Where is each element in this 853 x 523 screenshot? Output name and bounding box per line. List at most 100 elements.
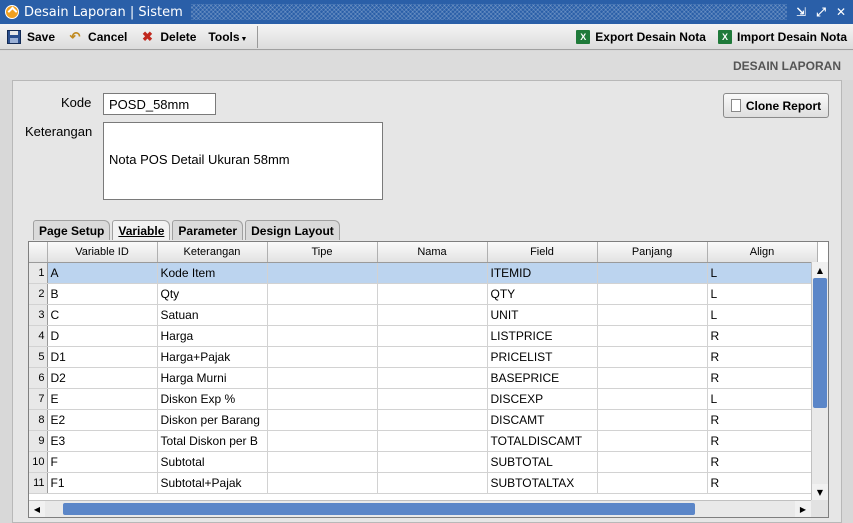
cell-align[interactable]: L <box>707 283 818 305</box>
column-header[interactable]: Keterangan <box>157 242 268 263</box>
horizontal-scroll-thumb[interactable] <box>63 503 695 515</box>
delete-button[interactable]: ✖ Delete <box>133 26 202 48</box>
cell-panjang[interactable] <box>597 325 708 347</box>
cell-align[interactable]: R <box>707 472 818 494</box>
column-header[interactable]: Nama <box>377 242 488 263</box>
cell-keterangan[interactable]: Kode Item <box>157 262 268 284</box>
cell-tipe[interactable] <box>267 283 378 305</box>
cell-variable-id[interactable]: C <box>47 304 158 326</box>
cell-panjang[interactable] <box>597 430 708 452</box>
cancel-button[interactable]: ↶ Cancel <box>61 26 133 48</box>
cell-nama[interactable] <box>377 430 488 452</box>
cell-field[interactable]: QTY <box>487 283 598 305</box>
cell-nama[interactable] <box>377 451 488 473</box>
cell-align[interactable]: R <box>707 430 818 452</box>
scroll-up-icon[interactable]: ▲ <box>812 262 828 278</box>
cell-nama[interactable] <box>377 283 488 305</box>
column-header[interactable]: Tipe <box>267 242 378 263</box>
cell-panjang[interactable] <box>597 346 708 368</box>
scroll-down-icon[interactable]: ▼ <box>812 484 828 500</box>
cell-variable-id[interactable]: F1 <box>47 472 158 494</box>
cell-keterangan[interactable]: Diskon Exp % <box>157 388 268 410</box>
table-row[interactable]: 3 C Satuan UNIT L <box>29 304 818 326</box>
cell-align[interactable]: R <box>707 451 818 473</box>
save-button[interactable]: Save <box>0 26 61 48</box>
cell-field[interactable]: UNIT <box>487 304 598 326</box>
cell-nama[interactable] <box>377 346 488 368</box>
cell-align[interactable]: L <box>707 304 818 326</box>
export-nota-button[interactable]: X Export Desain Nota <box>570 26 712 48</box>
tab-design-layout[interactable]: Design Layout <box>245 220 340 240</box>
cell-field[interactable]: LISTPRICE <box>487 325 598 347</box>
cell-keterangan[interactable]: Harga Murni <box>157 367 268 389</box>
column-header[interactable]: Align <box>707 242 818 263</box>
cell-variable-id[interactable]: D <box>47 325 158 347</box>
vertical-scrollbar[interactable]: ▲ ▼ <box>811 262 828 500</box>
cell-nama[interactable] <box>377 367 488 389</box>
cell-nama[interactable] <box>377 325 488 347</box>
column-header[interactable]: Panjang <box>597 242 708 263</box>
cell-variable-id[interactable]: E <box>47 388 158 410</box>
cell-field[interactable]: TOTALDISCAMT <box>487 430 598 452</box>
cell-tipe[interactable] <box>267 262 378 284</box>
horizontal-scrollbar[interactable]: ◀ ▶ <box>29 500 811 517</box>
cell-align[interactable]: R <box>707 367 818 389</box>
vertical-scroll-thumb[interactable] <box>813 278 827 408</box>
cell-variable-id[interactable]: A <box>47 262 158 284</box>
kode-input[interactable]: POSD_58mm <box>103 93 216 115</box>
table-row[interactable]: 2 B Qty QTY L <box>29 283 818 305</box>
column-header[interactable]: Variable ID <box>47 242 158 263</box>
cell-tipe[interactable] <box>267 472 378 494</box>
column-header[interactable]: Field <box>487 242 598 263</box>
cell-nama[interactable] <box>377 388 488 410</box>
cell-variable-id[interactable]: E2 <box>47 409 158 431</box>
table-row[interactable]: 4 D Harga LISTPRICE R <box>29 325 818 347</box>
restore-icon[interactable]: ⇲ <box>793 4 809 20</box>
table-row[interactable]: 7 E Diskon Exp % DISCEXP L <box>29 388 818 410</box>
cell-field[interactable]: DISCEXP <box>487 388 598 410</box>
cell-tipe[interactable] <box>267 451 378 473</box>
table-row[interactable]: 9 E3 Total Diskon per B TOTALDISCAMT R <box>29 430 818 452</box>
maximize-icon[interactable]: ⤢ <box>813 4 829 20</box>
scroll-left-icon[interactable]: ◀ <box>29 501 45 517</box>
cell-nama[interactable] <box>377 262 488 284</box>
cell-tipe[interactable] <box>267 367 378 389</box>
cell-keterangan[interactable]: Total Diskon per B <box>157 430 268 452</box>
cell-field[interactable]: SUBTOTALTAX <box>487 472 598 494</box>
table-row[interactable]: 10 F Subtotal SUBTOTAL R <box>29 451 818 473</box>
cell-align[interactable]: R <box>707 346 818 368</box>
import-nota-button[interactable]: X Import Desain Nota <box>712 26 853 48</box>
scroll-right-icon[interactable]: ▶ <box>795 501 811 517</box>
cell-panjang[interactable] <box>597 367 708 389</box>
cell-variable-id[interactable]: D2 <box>47 367 158 389</box>
cell-tipe[interactable] <box>267 388 378 410</box>
close-icon[interactable]: ✕ <box>833 4 849 20</box>
cell-nama[interactable] <box>377 304 488 326</box>
cell-tipe[interactable] <box>267 409 378 431</box>
tab-parameter[interactable]: Parameter <box>172 220 244 240</box>
cell-panjang[interactable] <box>597 451 708 473</box>
clone-report-button[interactable]: Clone Report <box>723 93 829 118</box>
cell-panjang[interactable] <box>597 262 708 284</box>
cell-field[interactable]: DISCAMT <box>487 409 598 431</box>
cell-field[interactable]: PRICELIST <box>487 346 598 368</box>
cell-align[interactable]: R <box>707 409 818 431</box>
cell-tipe[interactable] <box>267 304 378 326</box>
cell-variable-id[interactable]: D1 <box>47 346 158 368</box>
keterangan-textarea[interactable]: Nota POS Detail Ukuran 58mm <box>103 122 383 200</box>
cell-nama[interactable] <box>377 472 488 494</box>
cell-panjang[interactable] <box>597 472 708 494</box>
cell-tipe[interactable] <box>267 325 378 347</box>
cell-keterangan[interactable]: Harga <box>157 325 268 347</box>
cell-panjang[interactable] <box>597 409 708 431</box>
tab-variable[interactable]: Variable <box>112 220 171 240</box>
table-row[interactable]: 8 E2 Diskon per Barang DISCAMT R <box>29 409 818 431</box>
cell-nama[interactable] <box>377 409 488 431</box>
cell-panjang[interactable] <box>597 388 708 410</box>
cell-align[interactable]: L <box>707 262 818 284</box>
cell-field[interactable]: ITEMID <box>487 262 598 284</box>
table-row[interactable]: 1 A Kode Item ITEMID L <box>29 262 818 284</box>
cell-tipe[interactable] <box>267 346 378 368</box>
cell-keterangan[interactable]: Diskon per Barang <box>157 409 268 431</box>
cell-variable-id[interactable]: F <box>47 451 158 473</box>
